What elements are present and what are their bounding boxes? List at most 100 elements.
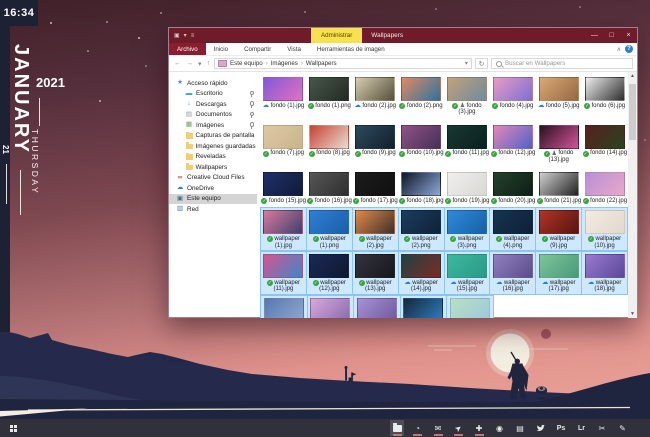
file-thumbnail[interactable]: [309, 210, 349, 234]
vertical-scrollbar[interactable]: ▲ ▼: [628, 72, 637, 318]
file-thumbnail[interactable]: [263, 210, 303, 234]
file-item[interactable]: ✓wallpaper (20).jpg: [308, 296, 354, 318]
file-thumbnail[interactable]: [539, 254, 579, 278]
help-icon[interactable]: ?: [625, 45, 633, 53]
file-item[interactable]: ✓fondo (1).png: [307, 75, 352, 117]
file-thumbnail[interactable]: [447, 77, 487, 101]
file-item[interactable]: ☁wallpaper (16).jpg: [490, 252, 535, 294]
scrollbar-thumb[interactable]: [629, 84, 636, 140]
menu-tab-herramientas-de-imagen[interactable]: Herramientas de imagen: [309, 43, 393, 55]
file-thumbnail[interactable]: [403, 298, 443, 318]
breadcrumb-item[interactable]: Imágenes: [271, 60, 298, 67]
file-thumbnail[interactable]: [355, 254, 395, 278]
sidebar-item-acceso-rápido[interactable]: ★Acceso rápido: [169, 78, 257, 89]
sidebar-item-capturas-de-pantalla[interactable]: Capturas de pantalla: [169, 131, 257, 142]
file-item[interactable]: ✓fondo (15).jpg: [261, 170, 306, 205]
close-button[interactable]: ×: [620, 28, 637, 43]
file-thumbnail[interactable]: [309, 254, 349, 278]
pen-icon[interactable]: ✎: [616, 420, 630, 436]
breadcrumb-item[interactable]: Wallpapers: [306, 60, 337, 67]
file-item[interactable]: ✓fondo (22).jpg: [582, 170, 627, 205]
refresh-button[interactable]: ↻: [475, 58, 488, 69]
telegram-icon[interactable]: ➤: [452, 420, 466, 436]
file-item[interactable]: ☁wallpaper (19).jpg: [261, 296, 307, 318]
file-thumbnail[interactable]: [539, 172, 579, 196]
file-item[interactable]: ✓fondo (21).jpg: [536, 170, 581, 205]
menu-tab-vista[interactable]: Vista: [279, 43, 309, 55]
file-item[interactable]: ✓fondo (18).jpg: [399, 170, 444, 205]
file-item[interactable]: ✓fondo (10).jpg: [399, 123, 444, 165]
file-thumbnail[interactable]: [309, 77, 349, 101]
twitter-icon[interactable]: [534, 420, 548, 436]
scroll-down-icon[interactable]: ▼: [630, 310, 635, 318]
sidebar-item-descargas[interactable]: ↓Descargas: [169, 99, 257, 110]
start-button[interactable]: [0, 419, 26, 437]
breadcrumb[interactable]: Este equipo›Imágenes›Wallpapers ▾: [214, 58, 472, 69]
file-thumbnail[interactable]: [539, 77, 579, 101]
lightroom-icon[interactable]: Lr: [575, 420, 589, 436]
file-thumbnail[interactable]: [585, 125, 625, 149]
scroll-up-icon[interactable]: ▲: [630, 72, 635, 80]
menu-tab-inicio[interactable]: Inicio: [206, 43, 236, 55]
file-thumbnail[interactable]: [585, 210, 625, 234]
file-thumbnail[interactable]: [355, 125, 395, 149]
photoshop-icon[interactable]: Ps: [554, 420, 568, 436]
address-dropdown-icon[interactable]: ▾: [465, 60, 468, 67]
file-item[interactable]: ✓fondo (16).jpg: [307, 170, 352, 205]
file-item[interactable]: ✓wallpaper (9).jpg: [536, 208, 581, 250]
file-thumbnail[interactable]: [539, 210, 579, 234]
file-item[interactable]: ✓fondo (20).jpg: [490, 170, 535, 205]
sidebar-item-red[interactable]: ▥Red: [169, 204, 257, 215]
file-thumbnail[interactable]: [401, 254, 441, 278]
file-thumbnail[interactable]: [309, 172, 349, 196]
file-thumbnail[interactable]: [447, 210, 487, 234]
file-thumbnail[interactable]: [264, 298, 304, 318]
file-item[interactable]: ✓fondo (12).jpg: [490, 123, 535, 165]
file-thumbnail[interactable]: [493, 172, 533, 196]
file-item[interactable]: ✓fondo (19).jpg: [445, 170, 490, 205]
file-item[interactable]: ✓wallpaper (13).jpg: [353, 252, 398, 294]
minimize-button[interactable]: —: [586, 28, 603, 43]
file-thumbnail[interactable]: [493, 125, 533, 149]
file-item[interactable]: ✓wallpaper (21).jpg: [354, 296, 400, 318]
collapse-ribbon-icon[interactable]: ∧: [617, 46, 621, 53]
up-button[interactable]: ↑: [206, 60, 212, 67]
contextual-tab-administrar[interactable]: Administrar: [311, 28, 362, 43]
file-thumbnail[interactable]: [263, 254, 303, 278]
file-thumbnail[interactable]: [355, 210, 395, 234]
file-thumbnail[interactable]: [493, 77, 533, 101]
sidebar-item-documentos[interactable]: ▤Documentos: [169, 110, 257, 121]
file-item[interactable]: ✓fondo (2).png: [399, 75, 444, 117]
file-thumbnail[interactable]: [357, 298, 397, 318]
file-thumbnail[interactable]: [539, 125, 579, 149]
file-thumbnail[interactable]: [447, 254, 487, 278]
browser-icon[interactable]: ◔: [411, 420, 425, 436]
file-item[interactable]: ✓fondo (14).jpg: [582, 123, 627, 165]
file-thumbnail[interactable]: [493, 210, 533, 234]
file-item[interactable]: ✓wallpaper (11).jpg: [261, 252, 306, 294]
file-item[interactable]: ☁wallpaper (14).jpg: [399, 252, 444, 294]
file-item[interactable]: ☁wallpaper (15).jpg: [445, 252, 490, 294]
file-item[interactable]: ✓♟fondo (3).jpg: [445, 75, 490, 117]
sidebar-item-reveladas[interactable]: Reveladas: [169, 152, 257, 163]
file-item[interactable]: ✓wallpaper (2).jpg: [353, 208, 398, 250]
file-item[interactable]: ✓wallpaper (12).jpg: [307, 252, 352, 294]
mail-icon[interactable]: ✉: [431, 420, 445, 436]
file-item[interactable]: ✓fondo (8).jpg: [307, 123, 352, 165]
sidebar-item-onedrive[interactable]: ☁OneDrive: [169, 183, 257, 194]
file-item[interactable]: ✓fondo (6).jpg: [582, 75, 627, 117]
file-item[interactable]: ✓♟fondo (13).jpg: [536, 123, 581, 165]
title-bar[interactable]: ▣ ▾ ≡ Administrar Wallpapers — □ ×: [169, 28, 637, 43]
menu-tab-compartir[interactable]: Compartir: [236, 43, 279, 55]
file-thumbnail[interactable]: [263, 77, 303, 101]
menu-tab-archivo[interactable]: Archivo: [169, 43, 206, 55]
file-thumbnail[interactable]: [401, 125, 441, 149]
file-thumbnail[interactable]: [585, 77, 625, 101]
file-thumbnail[interactable]: [309, 125, 349, 149]
file-thumbnail[interactable]: [355, 172, 395, 196]
file-item[interactable]: ☁fondo (1).jpg: [261, 75, 306, 117]
file-thumbnail[interactable]: [355, 77, 395, 101]
file-item[interactable]: ✓fondo (7).jpg: [261, 123, 306, 165]
file-thumbnail[interactable]: [493, 254, 533, 278]
file-item[interactable]: ✓wallpaper (10).jpg: [582, 208, 627, 250]
